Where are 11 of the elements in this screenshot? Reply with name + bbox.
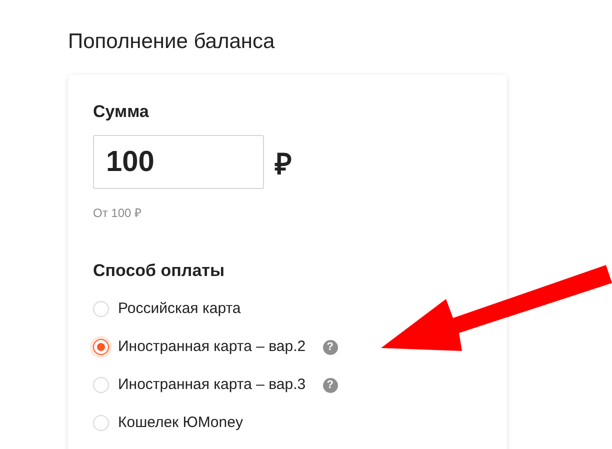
option-label[interactable]: Российская карта [118, 298, 241, 320]
payment-label: Способ оплаты [93, 260, 225, 282]
amount-field[interactable]: 100 [93, 135, 264, 189]
radio-button[interactable] [93, 339, 109, 355]
option-label[interactable]: Иностранная карта – вар.2 [118, 336, 306, 358]
currency-sign: ₽ [275, 148, 292, 182]
amount-hint: От 100 ₽ [93, 205, 142, 221]
option-label[interactable]: Иностранная карта – вар.3 [118, 374, 306, 396]
option-label[interactable]: Кошелек ЮMoney [118, 412, 243, 434]
amount-label: Сумма [93, 101, 149, 123]
page-title: Пополнение баланса [68, 29, 276, 55]
